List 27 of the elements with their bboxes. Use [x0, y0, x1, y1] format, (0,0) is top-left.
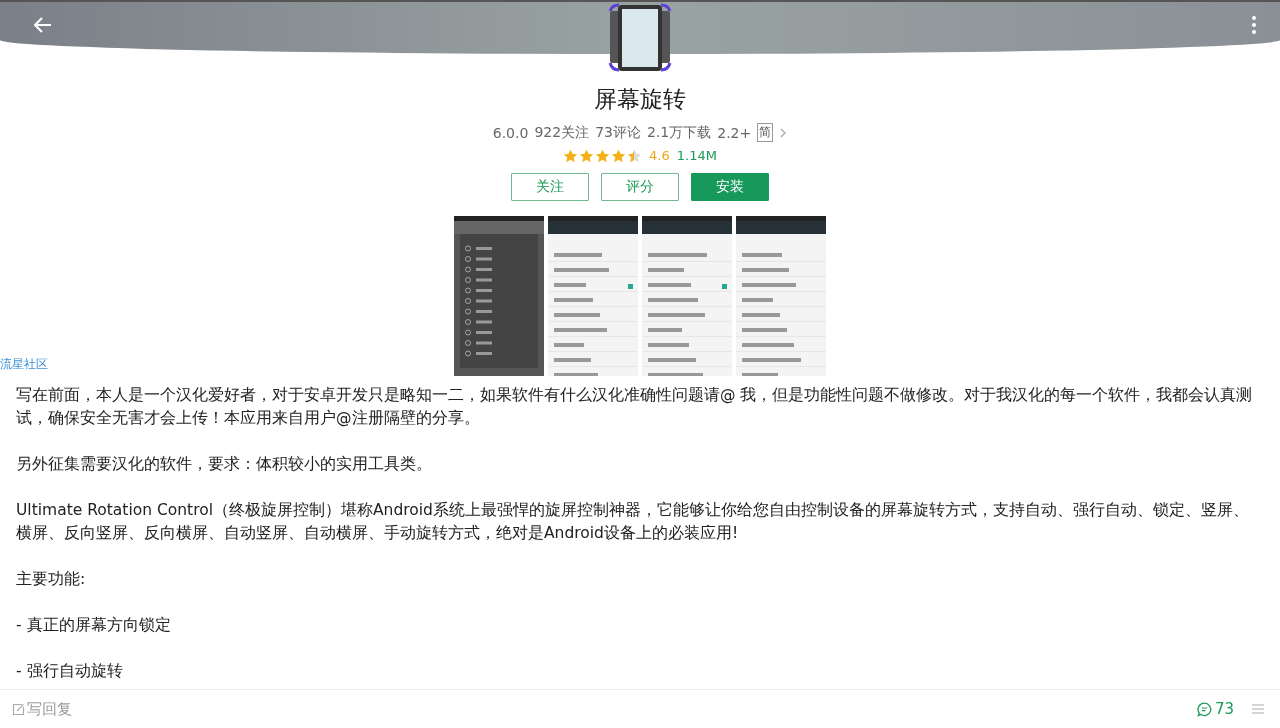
back-arrow-icon: [34, 17, 52, 33]
reply-label: 写回复: [27, 699, 72, 719]
app-meta: 2.2+: [717, 124, 752, 141]
comment-icon: [1196, 701, 1212, 717]
language-badge: 简: [757, 123, 774, 142]
description-paragraph: - 强行自动旋转: [16, 661, 124, 682]
rating-score: 4.6: [649, 148, 670, 163]
description-paragraph: - 真正的屏幕方向锁定: [16, 615, 172, 636]
comment-count-button[interactable]: 73: [1196, 700, 1234, 718]
write-reply-button[interactable]: 写回复: [12, 699, 72, 719]
app-meta: 6.0.0: [492, 124, 529, 141]
app-meta: 922关注: [534, 123, 590, 142]
description-paragraph: 另外征集需要汉化的软件，要求：体积较小的实用工具类。: [16, 454, 433, 475]
description-paragraph: 写在前面，本人是一个汉化爱好者，对于安卓开发只是略知一二，如果软件有什么汉化准确性问题请@ 我，但是功能性问题不做修改。对于我汉化的每一个软件，我都会认真测试，确保安全无害才会上传！本应用来自用户@注册隔壁的分享。: [16, 385, 1254, 429]
description-paragraph: Ultimate Rotation Control（终极旋屏控制）堪称Android系统上最强悍的旋屏控制神器，它能够让你给您自由控制设备的屏幕旋转方式，支持自动、强行自动、锁定、竖屏、横屏、反向竖屏、反向横屏、自动竖屏、自动横屏、手动旋转方式，绝对是Android设备上的必装应用!: [16, 500, 1250, 544]
app-title: 屏幕旋转: [594, 85, 686, 114]
description-paragraph: 主要功能:: [16, 569, 87, 590]
rating-count: 1.14M: [676, 148, 717, 163]
app-meta: 73评论: [595, 123, 641, 142]
source-link[interactable]: 流星社区: [0, 356, 48, 373]
more-icon: [1252, 16, 1256, 34]
install-button[interactable]: 安装: [691, 173, 769, 201]
edit-icon: [12, 702, 25, 716]
action-button[interactable]: 关注: [511, 173, 589, 201]
app-meta: 2.1万下载: [646, 123, 712, 142]
action-button[interactable]: 评分: [601, 173, 679, 201]
comment-count: 73: [1214, 700, 1234, 718]
